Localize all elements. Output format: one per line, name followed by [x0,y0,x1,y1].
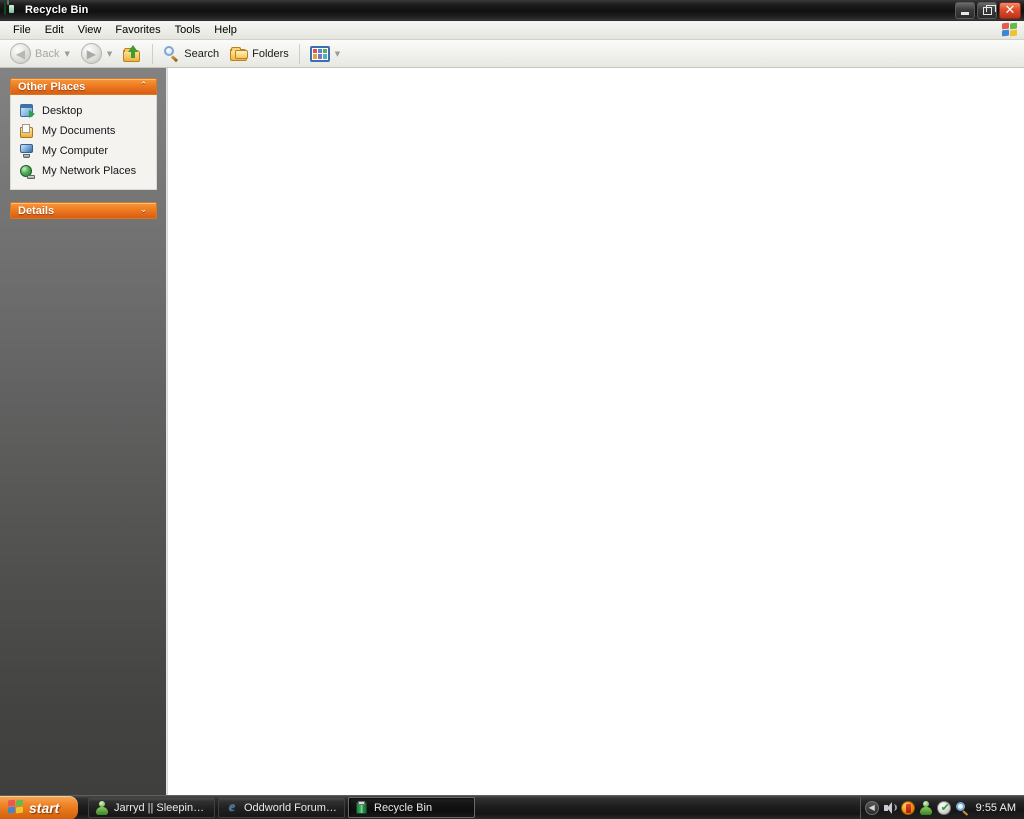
taskbar-item-browser[interactable]: e Oddworld Forums - E... [218,797,345,818]
panel-details: Details ⌄ [10,202,157,219]
close-button[interactable]: ✕ [999,2,1021,19]
security-alert-icon[interactable] [900,800,915,815]
volume-icon[interactable] [883,801,897,815]
sidebar-item-my-network-places[interactable]: My Network Places [15,161,152,181]
sidebar-item-label: My Documents [42,125,116,137]
internet-explorer-icon: e [228,799,236,815]
menu-item-edit[interactable]: Edit [38,22,71,38]
back-dropdown-icon[interactable]: ▼ [64,50,69,58]
recycle-bin-icon [355,800,369,815]
task-buttons: Jarryd || Sleeping *s... e Oddworld Foru… [88,797,475,818]
window-body: Other Places ⌃ Desktop My Documents My C… [0,68,1024,795]
sidebar-item-my-computer[interactable]: My Computer [15,141,152,161]
documents-icon [19,123,35,139]
toolbar-separator [298,43,300,64]
taskbar-item-label: Oddworld Forums - E... [244,801,338,814]
search-assistant-icon[interactable] [955,801,969,816]
update-check-icon[interactable]: ✔ [936,800,951,815]
system-tray: ◀ ✔ 9:55 AM [859,796,1024,819]
windows-flag-icon [1002,22,1018,38]
file-list-view[interactable] [168,68,1024,795]
messenger-icon[interactable] [919,800,933,815]
folder-up-icon [123,45,142,62]
chevron-down-icon[interactable]: ⌄ [137,204,150,217]
window-title: Recycle Bin [25,4,89,16]
arrow-right-icon: ▶ [80,43,102,64]
menu-item-view[interactable]: View [71,22,109,38]
window-controls: ✕ [955,2,1021,19]
restore-button[interactable] [977,2,997,19]
taskbar-clock[interactable]: 9:55 AM [976,802,1018,814]
panel-title: Other Places [18,80,86,93]
folder-icon [230,46,249,61]
sidebar-item-label: My Network Places [42,165,137,177]
menu-item-tools[interactable]: Tools [168,22,208,38]
computer-icon [19,143,35,159]
chevron-up-icon[interactable]: ⌃ [137,80,150,93]
magnifier-icon [163,45,180,62]
menu-item-help[interactable]: Help [207,22,244,38]
menu-item-file[interactable]: File [6,22,38,38]
sidebar-item-label: My Computer [42,145,109,157]
search-button[interactable]: Search [158,42,224,66]
minimize-button[interactable] [955,2,975,19]
menu-bar: File Edit View Favorites Tools Help [0,21,1024,40]
up-button[interactable] [118,42,147,66]
chevron-left-icon[interactable]: ◀ [864,800,879,815]
toolbar: ◀ Back ▼ ▶ ▼ Search Folders ▼ [0,40,1024,68]
panel-header-other-places[interactable]: Other Places ⌃ [10,78,157,95]
toolbar-separator [152,43,154,64]
close-icon: ✕ [1004,2,1016,18]
menu-item-favorites[interactable]: Favorites [108,22,167,38]
sidebar-item-label: Desktop [42,105,83,117]
views-button[interactable]: ▼ [305,42,345,66]
arrow-left-icon: ◀ [10,43,31,64]
desktop-icon [19,103,35,119]
sidebar-item-desktop[interactable]: Desktop [15,101,152,121]
taskbar-item-recycle-bin[interactable]: Recycle Bin [348,797,475,818]
folders-button[interactable]: Folders [225,42,294,66]
search-label: Search [184,47,220,60]
start-label: start [29,799,60,816]
network-icon [19,163,35,179]
screen: Recycle Bin ✕ File Edit View Favorites T… [0,0,1024,819]
taskbar-item-label: Jarryd || Sleeping *s... [114,801,208,814]
folders-label: Folders [252,47,289,60]
sidebar-item-my-documents[interactable]: My Documents [15,121,152,141]
taskbar: start Jarryd || Sleeping *s... e Oddworl… [0,795,1024,819]
taskbar-item-messenger[interactable]: Jarryd || Sleeping *s... [88,797,215,818]
panel-header-details[interactable]: Details ⌄ [10,202,157,219]
task-pane-sidebar: Other Places ⌃ Desktop My Documents My C… [0,68,168,795]
explorer-window: Recycle Bin ✕ File Edit View Favorites T… [0,0,1024,795]
panel-body-other-places: Desktop My Documents My Computer My Netw… [10,95,157,190]
messenger-contact-icon [95,800,109,815]
forward-button[interactable]: ▶ ▼ [76,42,117,66]
forward-dropdown-icon[interactable]: ▼ [107,50,112,58]
windows-flag-icon [8,799,24,815]
start-button[interactable]: start [0,795,78,819]
panel-title: Details [18,204,55,217]
back-button[interactable]: ◀ Back ▼ [5,42,75,66]
views-grid-icon [309,45,330,62]
back-label: Back [35,47,60,60]
taskbar-item-label: Recycle Bin [374,801,433,814]
panel-other-places: Other Places ⌃ Desktop My Documents My C… [10,78,157,190]
recycle-bin-icon [4,1,20,18]
views-dropdown-icon[interactable]: ▼ [335,50,340,58]
title-bar[interactable]: Recycle Bin ✕ [0,0,1024,21]
